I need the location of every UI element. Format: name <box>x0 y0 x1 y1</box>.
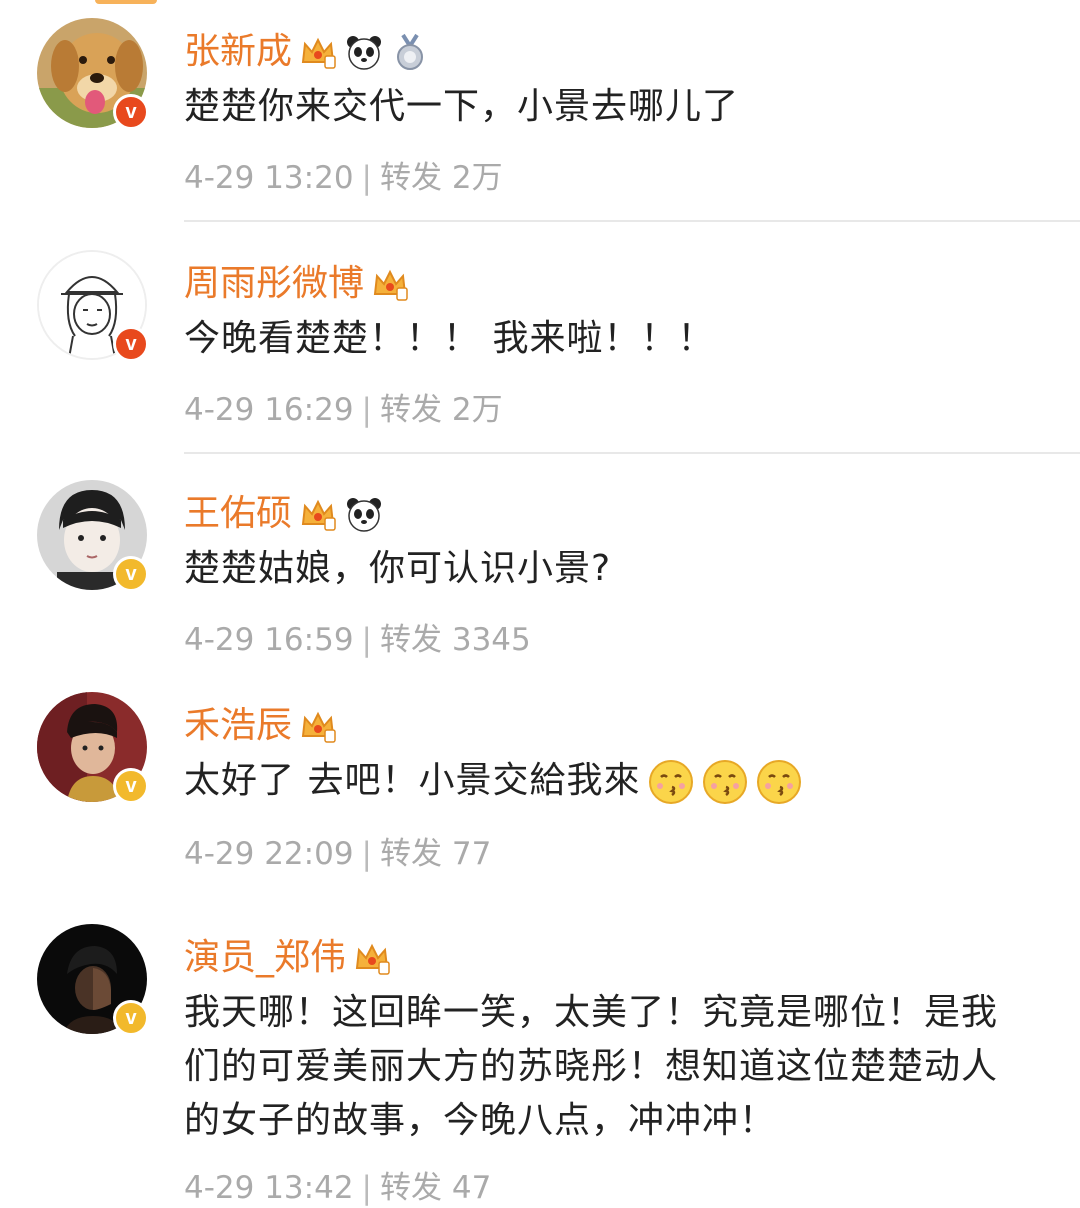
repost-count: 3345 <box>451 622 531 658</box>
comment-meta: 4-29 16:59 | 转发 3345 <box>184 620 531 660</box>
verified-badge-icon: v <box>113 326 149 362</box>
verified-badge-icon: v <box>113 1000 149 1036</box>
repost-label[interactable]: 转发 <box>380 836 442 872</box>
repost-count: 2万 <box>451 392 503 428</box>
avatar[interactable]: v <box>37 480 149 592</box>
meta-separator: | <box>361 836 372 872</box>
username[interactable]: 演员_郑伟 <box>184 934 346 982</box>
kiss-emoji-icon <box>756 759 802 805</box>
meta-separator: | <box>361 622 372 658</box>
repost-label[interactable]: 转发 <box>380 160 442 196</box>
comment-date: 4-29 16:59 <box>184 622 354 658</box>
comment-meta: 4-29 22:09 | 转发 77 <box>184 834 491 874</box>
username[interactable]: 周雨彤微博 <box>184 260 364 308</box>
comment-meta: 4-29 13:42 | 转发 47 <box>184 1168 491 1208</box>
crown-icon <box>298 706 338 746</box>
verified-badge-icon: v <box>113 768 149 804</box>
meta-separator: | <box>361 160 372 196</box>
kiss-emoji-icon <box>702 759 748 805</box>
crown-icon <box>298 494 338 534</box>
comment-date: 4-29 22:09 <box>184 836 354 872</box>
comment-date: 4-29 16:29 <box>184 392 354 428</box>
comment-text-content: 太好了 去吧！小景交給我來 <box>184 760 641 801</box>
medal-icon <box>390 32 430 72</box>
avatar[interactable]: v <box>37 924 149 1036</box>
avatar[interactable]: v <box>37 250 149 362</box>
verified-badge-icon: v <box>113 94 149 130</box>
crown-icon <box>370 264 410 304</box>
comment-text: 楚楚姑娘，你可认识小景? <box>184 548 612 589</box>
repost-label[interactable]: 转发 <box>380 1170 442 1206</box>
comment-text: 楚楚你来交代一下，小景去哪儿了 <box>184 86 740 127</box>
comment-meta: 4-29 16:29 | 转发 2万 <box>184 390 503 430</box>
repost-count: 2万 <box>451 160 503 196</box>
panda-icon <box>344 32 384 72</box>
crown-icon <box>298 32 338 72</box>
comment-date: 4-29 13:20 <box>184 160 354 196</box>
comment-text: 太好了 去吧！小景交給我來 <box>184 754 1044 808</box>
verified-badge-icon: v <box>113 556 149 592</box>
comment-date: 4-29 13:42 <box>184 1170 354 1206</box>
repost-count: 47 <box>451 1170 492 1206</box>
divider <box>184 220 1080 222</box>
comment-text: 我天哪！这回眸一笑，太美了！究竟是哪位！是我们的可爱美丽大方的苏晓彤！想知道这位… <box>184 992 999 1141</box>
repost-label[interactable]: 转发 <box>380 392 442 428</box>
divider <box>184 452 1080 454</box>
avatar[interactable]: v <box>37 18 149 130</box>
meta-separator: | <box>361 392 372 428</box>
repost-count: 77 <box>451 836 492 872</box>
panda-icon <box>344 494 384 534</box>
comment-text: 今晚看楚楚！！！ 我来啦！！！ <box>184 318 715 359</box>
repost-label[interactable]: 转发 <box>380 622 442 658</box>
comment-meta: 4-29 13:20 | 转发 2万 <box>184 158 503 198</box>
avatar[interactable]: v <box>37 692 149 804</box>
meta-separator: | <box>361 1170 372 1206</box>
username[interactable]: 张新成 <box>184 28 292 76</box>
crown-icon <box>352 938 392 978</box>
top-tab-indicator <box>95 0 157 4</box>
username[interactable]: 禾浩辰 <box>184 702 292 750</box>
kiss-emoji-icon <box>648 759 694 805</box>
username[interactable]: 王佑硕 <box>184 490 292 538</box>
